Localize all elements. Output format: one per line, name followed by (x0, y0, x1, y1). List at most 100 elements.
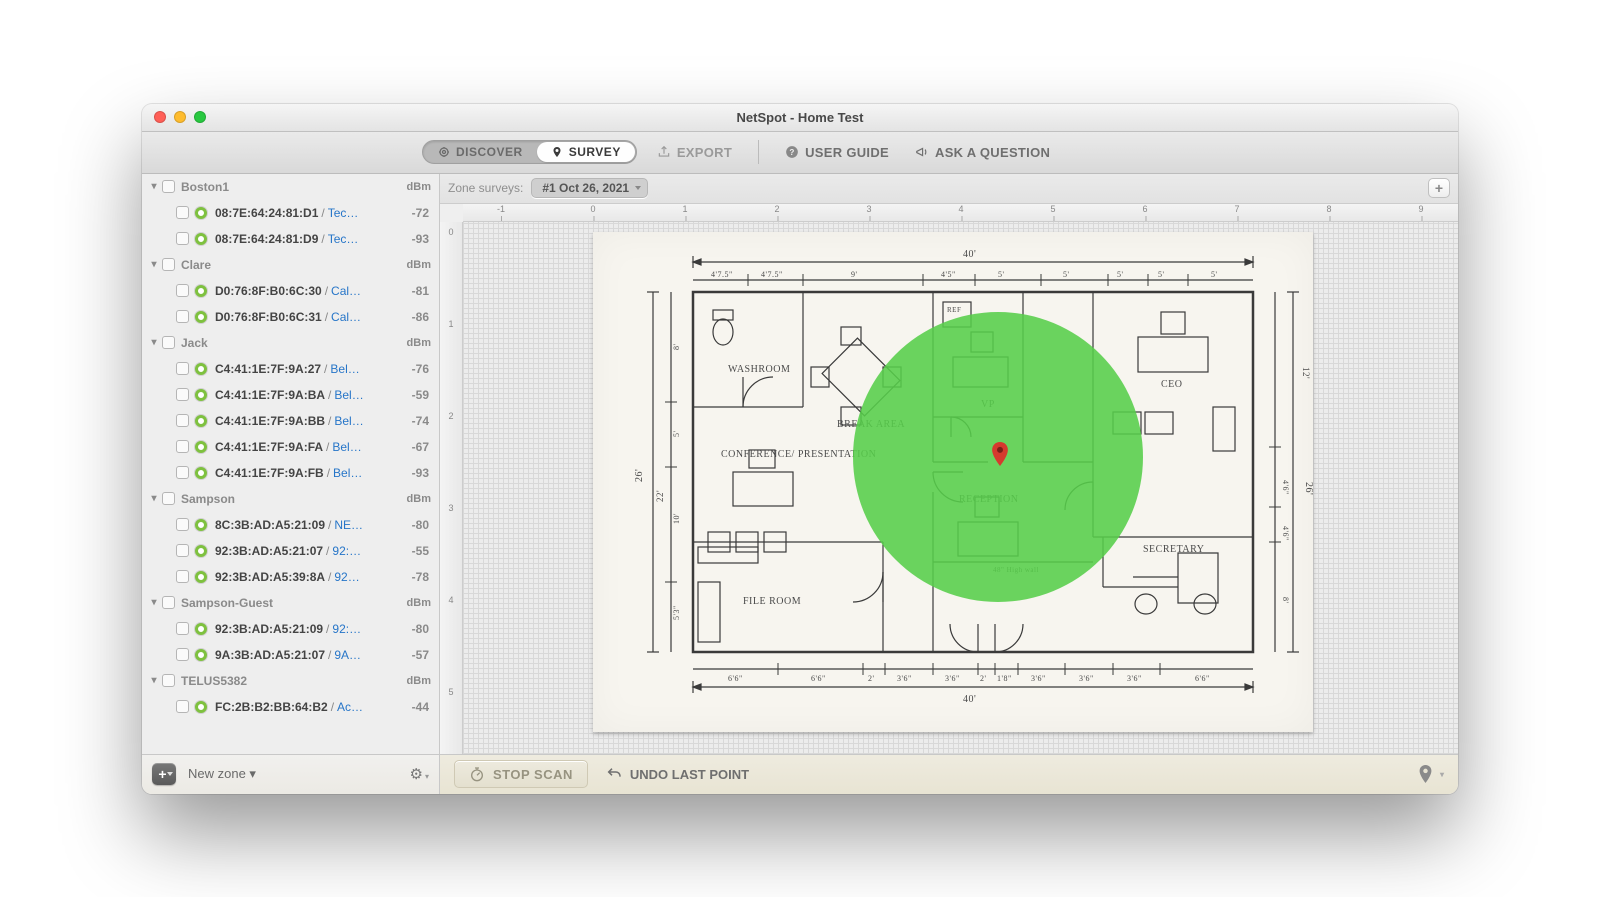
ruler-tick: 5 (1050, 204, 1055, 221)
pin-dropdown[interactable] (1418, 765, 1444, 783)
network-group-header[interactable]: ▾ Clare dBm (142, 252, 439, 278)
network-row[interactable]: D0:76:8F:B0:6C:30 / Cal… -81 (142, 278, 439, 304)
checkbox[interactable] (176, 440, 189, 453)
checkbox[interactable] (176, 544, 189, 557)
checkbox[interactable] (162, 492, 175, 505)
vendor: Bel… (334, 388, 401, 402)
network-row[interactable]: 92:3B:AD:A5:39:8A / 92… -78 (142, 564, 439, 590)
zoom-icon[interactable] (194, 111, 206, 123)
network-row[interactable]: 08:7E:64:24:81:D9 / Tec… -93 (142, 226, 439, 252)
signal-icon (195, 467, 207, 479)
mac-address: 08:7E:64:24:81:D9 (215, 232, 318, 246)
ask-question-button[interactable]: ASK A QUESTION (909, 141, 1056, 164)
checkbox[interactable] (176, 570, 189, 583)
network-row[interactable]: 9A:3B:AD:A5:21:07 / 9A… -57 (142, 642, 439, 668)
network-row[interactable]: 92:3B:AD:A5:21:07 / 92:… -55 (142, 538, 439, 564)
ask-question-label: ASK A QUESTION (935, 145, 1050, 160)
checkbox[interactable] (176, 466, 189, 479)
vendor: Cal… (331, 310, 401, 324)
group-name: TELUS5382 (181, 674, 407, 688)
signal-icon (195, 311, 207, 323)
svg-text:6'6": 6'6" (728, 674, 743, 683)
network-group-header[interactable]: ▾ Sampson dBm (142, 486, 439, 512)
svg-text:1'8": 1'8" (997, 674, 1012, 683)
checkbox[interactable] (176, 310, 189, 323)
vendor: Ac… (337, 700, 401, 714)
network-group-header[interactable]: ▾ Jack dBm (142, 330, 439, 356)
canvas-wrap: -10123456789 012345 (440, 204, 1458, 754)
network-group-header[interactable]: ▾ Sampson-Guest dBm (142, 590, 439, 616)
network-row[interactable]: 8C:3B:AD:A5:21:09 / NE… -80 (142, 512, 439, 538)
checkbox[interactable] (162, 596, 175, 609)
mac-address: C4:41:1E:7F:9A:FB (215, 466, 324, 480)
network-row[interactable]: D0:76:8F:B0:6C:31 / Cal… -86 (142, 304, 439, 330)
dbm-value: -44 (401, 700, 435, 714)
chevron-down-icon: ▾ (148, 337, 160, 348)
checkbox[interactable] (176, 362, 189, 375)
checkbox[interactable] (176, 622, 189, 635)
svg-text:22': 22' (655, 489, 665, 501)
svg-text:40': 40' (963, 694, 976, 705)
checkbox[interactable] (162, 180, 175, 193)
group-name: Jack (181, 336, 407, 350)
chevron-down-icon: ▾ (148, 675, 160, 686)
ruler-tick: 6 (1142, 204, 1147, 221)
network-row[interactable]: 92:3B:AD:A5:21:09 / 92:… -80 (142, 616, 439, 642)
signal-icon (195, 623, 207, 635)
network-row[interactable]: 08:7E:64:24:81:D1 / Tec… -72 (142, 200, 439, 226)
group-name: Sampson (181, 492, 407, 506)
checkbox[interactable] (162, 674, 175, 687)
signal-icon (195, 649, 207, 661)
unit-label: dBm (407, 597, 431, 609)
svg-text:6'6": 6'6" (1195, 674, 1210, 683)
network-row[interactable]: C4:41:1E:7F:9A:27 / Bel… -76 (142, 356, 439, 382)
add-button[interactable]: + (152, 763, 176, 785)
new-zone-button[interactable]: New zone ▾ (188, 766, 256, 782)
checkbox[interactable] (176, 206, 189, 219)
group-name: Clare (181, 258, 407, 272)
network-row[interactable]: C4:41:1E:7F:9A:FB / Bel… -93 (142, 460, 439, 486)
network-row[interactable]: C4:41:1E:7F:9A:BA / Bel… -59 (142, 382, 439, 408)
add-zone-button[interactable]: + (1428, 178, 1450, 198)
svg-text:26': 26' (634, 468, 645, 481)
dbm-value: -74 (401, 414, 435, 428)
network-row[interactable]: FC:2B:B2:BB:64:B2 / Ac… -44 (142, 694, 439, 720)
vendor: 92:… (332, 544, 401, 558)
ruler-tick: 5 (440, 687, 462, 697)
gear-icon[interactable]: ⚙ (410, 765, 429, 783)
stop-scan-button[interactable]: STOP SCAN (454, 760, 588, 788)
unit-label: dBm (407, 493, 431, 505)
checkbox[interactable] (176, 700, 189, 713)
checkbox[interactable] (176, 232, 189, 245)
network-row[interactable]: C4:41:1E:7F:9A:FA / Bel… -67 (142, 434, 439, 460)
close-icon[interactable] (154, 111, 166, 123)
export-button[interactable]: EXPORT (651, 141, 738, 164)
signal-icon (195, 441, 207, 453)
checkbox[interactable] (176, 648, 189, 661)
survey-tab[interactable]: SURVEY (537, 142, 635, 162)
network-group-header[interactable]: ▾ Boston1 dBm (142, 174, 439, 200)
checkbox[interactable] (176, 414, 189, 427)
signal-icon (195, 233, 207, 245)
survey-canvas[interactable]: WASHROOM BREAK AREA CONFERENCE/ PRESENTA… (463, 222, 1458, 754)
checkbox[interactable] (162, 258, 175, 271)
svg-text:5': 5' (1063, 270, 1070, 279)
discover-tab[interactable]: DISCOVER (424, 142, 537, 162)
checkbox[interactable] (176, 388, 189, 401)
minimize-icon[interactable] (174, 111, 186, 123)
mac-address: D0:76:8F:B0:6C:30 (215, 284, 322, 298)
zone-survey-chip[interactable]: #1 Oct 26, 2021 (531, 178, 648, 198)
svg-text:3'6": 3'6" (1031, 674, 1046, 683)
undo-last-point-button[interactable]: UNDO LAST POINT (606, 766, 749, 782)
checkbox[interactable] (176, 518, 189, 531)
undo-label: UNDO LAST POINT (630, 767, 749, 782)
checkbox[interactable] (162, 336, 175, 349)
network-group-header[interactable]: ▾ TELUS5382 dBm (142, 668, 439, 694)
network-row[interactable]: C4:41:1E:7F:9A:BB / Bel… -74 (142, 408, 439, 434)
export-label: EXPORT (677, 145, 732, 160)
network-list[interactable]: ▾ Boston1 dBm 08:7E:64:24:81:D1 / Tec… -… (142, 174, 439, 754)
svg-text:3'6": 3'6" (1127, 674, 1142, 683)
dbm-value: -86 (401, 310, 435, 324)
checkbox[interactable] (176, 284, 189, 297)
user-guide-button[interactable]: ? USER GUIDE (779, 141, 895, 164)
